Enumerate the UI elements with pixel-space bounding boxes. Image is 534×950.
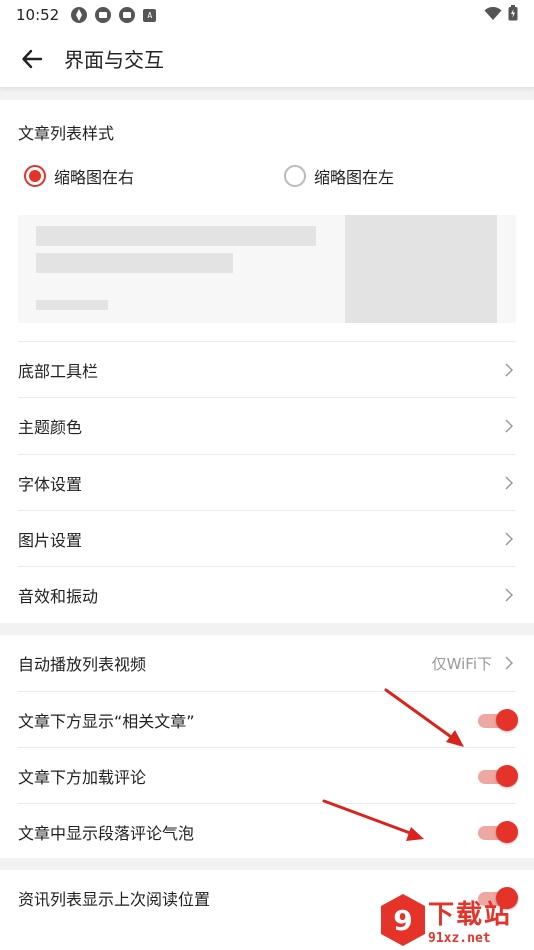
toggle-knob: [496, 764, 518, 787]
settings-item-font-settings[interactable]: 字体设置: [18, 454, 516, 510]
preview-title-line-2: [36, 253, 233, 273]
radio-selected-icon: [24, 165, 46, 187]
display-options-section: 自动播放列表视频 仅WiFi下 文章下方显示“相关文章” 文章下方加载评论 文章…: [0, 635, 534, 858]
settings-item-theme-color[interactable]: 主题颜色: [18, 397, 516, 453]
page-title: 界面与交互: [64, 48, 164, 72]
settings-item-label: 图片设置: [18, 530, 83, 550]
back-button[interactable]: [0, 30, 64, 88]
paragraph-comment-bubble-toggle[interactable]: [476, 820, 518, 844]
watermark-url: 91xz.net: [428, 931, 491, 946]
settings-item-label: 主题颜色: [18, 417, 83, 437]
related-articles-toggle[interactable]: [476, 708, 518, 732]
settings-item-image-settings[interactable]: 图片设置: [18, 510, 516, 566]
radio-thumbnail-right[interactable]: 缩略图在右: [24, 164, 134, 188]
load-comments-toggle[interactable]: [476, 764, 518, 788]
settings-item-label: 自动播放列表视频: [18, 655, 147, 674]
list-style-title: 文章列表样式: [18, 124, 115, 143]
preview-title-line-1: [36, 226, 316, 246]
radio-label: 缩略图在右: [54, 168, 135, 187]
radio-label: 缩略图在左: [314, 168, 395, 187]
toggle-knob: [496, 708, 518, 731]
chevron-right-icon: [502, 656, 516, 670]
settings-item-label: 文章下方显示“相关文章”: [18, 711, 195, 731]
status-notification-icons: A: [71, 7, 157, 23]
watermark-logo-icon: 9: [381, 894, 425, 946]
radio-unselected-icon: [284, 165, 306, 187]
settings-item-autoplay-video[interactable]: 自动播放列表视频 仅WiFi下: [18, 635, 516, 691]
watermark: 9 下载站 91xz.net: [378, 890, 528, 950]
settings-item-sound-vibration[interactable]: 音效和振动: [18, 566, 516, 622]
settings-item-label: 音效和振动: [18, 586, 99, 606]
chevron-right-icon: [502, 362, 516, 377]
status-time: 10:52: [16, 6, 60, 24]
app-icon-2: [119, 7, 136, 23]
list-style-section: 文章列表样式 缩略图在右 缩略图在左 底部工具栏 主题颜色 字体设置 图片设置 …: [0, 100, 534, 623]
wifi-icon: [484, 6, 502, 25]
arrow-left-icon: [22, 49, 43, 68]
settings-item-label: 文章中显示段落评论气泡: [18, 823, 195, 843]
watermark-logo-text: 9: [393, 904, 412, 937]
status-bar: 10:52 A: [0, 0, 534, 30]
settings-item-related-articles: 文章下方显示“相关文章”: [18, 691, 518, 747]
watermark-brand: 下载站: [428, 900, 513, 930]
settings-item-label: 字体设置: [18, 474, 83, 494]
status-right-icons: [484, 5, 518, 25]
aperture-icon: [71, 7, 88, 23]
app-icon-1: [95, 7, 112, 23]
preview-meta-line: [36, 300, 108, 310]
settings-item-load-comments: 文章下方加载评论: [18, 747, 518, 803]
chevron-right-icon: [502, 587, 516, 602]
settings-item-paragraph-comment-bubble: 文章中显示段落评论气泡: [18, 803, 518, 859]
chevron-right-icon: [502, 475, 516, 490]
app-bar: 界面与交互: [0, 30, 534, 88]
chevron-right-icon: [502, 418, 516, 433]
settings-item-bottom-toolbar[interactable]: 底部工具栏: [18, 341, 516, 397]
thumbnail-position-radio-group: 缩略图在右 缩略图在左: [0, 164, 534, 194]
toggle-knob: [496, 820, 518, 843]
radio-thumbnail-left[interactable]: 缩略图在左: [284, 164, 394, 188]
list-style-preview: [18, 215, 516, 323]
a-badge-icon: A: [143, 8, 157, 22]
battery-icon: [508, 5, 518, 25]
watermark-text: 下载站 91xz.net: [428, 894, 512, 946]
chevron-right-icon: [502, 531, 516, 546]
settings-item-label: 底部工具栏: [18, 361, 99, 381]
preview-thumbnail: [345, 215, 497, 323]
autoplay-value: 仅WiFi下: [431, 654, 492, 673]
settings-item-label: 文章下方加载评论: [18, 767, 147, 787]
